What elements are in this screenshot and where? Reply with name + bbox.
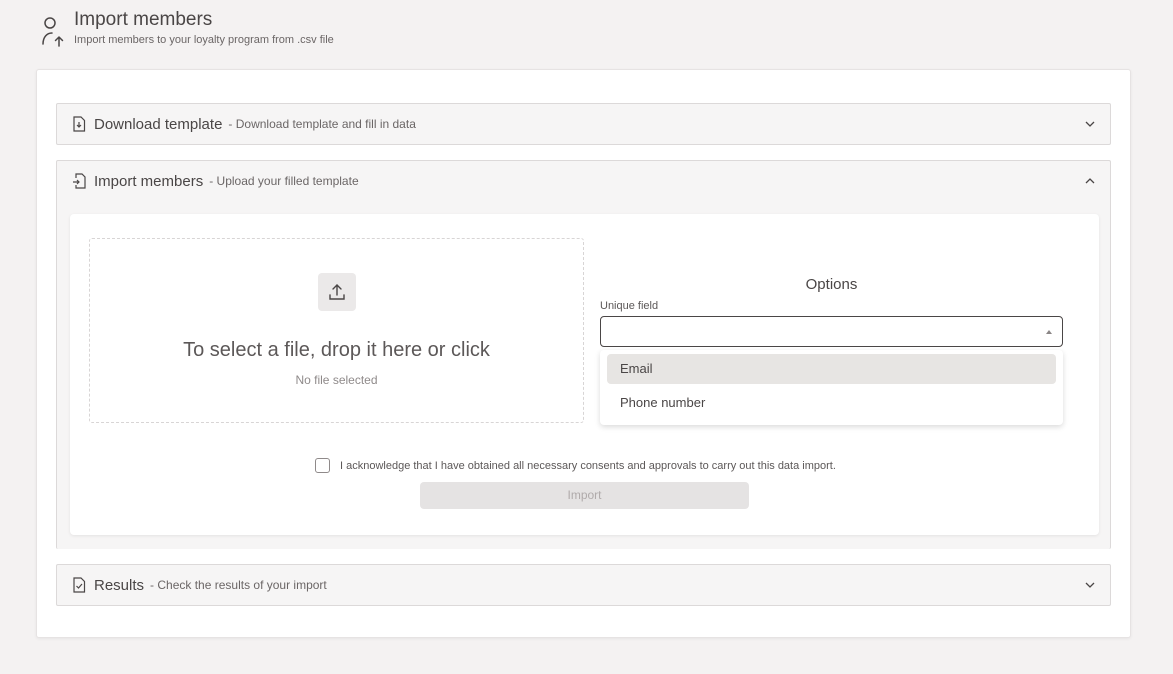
upload-button[interactable]: [318, 273, 356, 311]
page-title: Import members: [74, 9, 213, 30]
dropzone-status: No file selected: [295, 373, 378, 387]
consent-row: I acknowledge that I have obtained all n…: [315, 458, 836, 473]
accordion-results[interactable]: Results - Check the results of your impo…: [56, 564, 1111, 606]
file-download-icon: [73, 116, 86, 132]
import-card: Download template - Download template an…: [36, 69, 1131, 638]
user-upload-icon: [42, 17, 64, 47]
import-button[interactable]: Import: [420, 482, 749, 509]
section-desc-import: - Upload your filled template: [209, 174, 359, 188]
section-title-import: Import members: [94, 172, 204, 190]
upload-icon: [329, 284, 345, 300]
file-import-icon: [73, 173, 86, 189]
consent-checkbox[interactable]: [315, 458, 330, 473]
import-panel: To select a file, drop it here or click …: [70, 214, 1099, 535]
caret-up-icon: [1046, 330, 1052, 334]
page-subtitle: Import members to your loyalty program f…: [74, 34, 334, 46]
unique-field-label: Unique field: [600, 300, 659, 312]
chevron-up-icon[interactable]: [1084, 175, 1096, 187]
accordion-header-results[interactable]: Results - Check the results of your impo…: [57, 565, 1110, 605]
file-check-icon: [73, 577, 86, 593]
unique-field-select[interactable]: [600, 316, 1063, 347]
menu-item-email[interactable]: Email: [607, 354, 1056, 384]
section-desc-download: - Download template and fill in data: [228, 117, 416, 131]
page-header: Import members Import members to your lo…: [40, 8, 334, 48]
options-title: Options: [805, 276, 858, 293]
dropzone-title: To select a file, drop it here or click: [183, 339, 490, 361]
accordion-header-download[interactable]: Download template - Download template an…: [57, 104, 1110, 144]
accordion-import-members: Import members - Upload your filled temp…: [56, 160, 1111, 549]
chevron-down-icon[interactable]: [1084, 579, 1096, 591]
accordion-download-template[interactable]: Download template - Download template an…: [56, 103, 1111, 145]
accordion-header-import[interactable]: Import members - Upload your filled temp…: [57, 161, 1110, 201]
section-title-download: Download template: [94, 115, 223, 133]
chevron-down-icon[interactable]: [1084, 118, 1096, 130]
unique-field-menu: Email Phone number: [600, 350, 1063, 425]
consent-label: I acknowledge that I have obtained all n…: [340, 459, 836, 472]
section-title-results: Results: [94, 576, 145, 594]
section-desc-results: - Check the results of your import: [150, 578, 327, 592]
menu-item-phone-number[interactable]: Phone number: [607, 388, 1056, 418]
file-dropzone[interactable]: To select a file, drop it here or click …: [89, 238, 584, 423]
